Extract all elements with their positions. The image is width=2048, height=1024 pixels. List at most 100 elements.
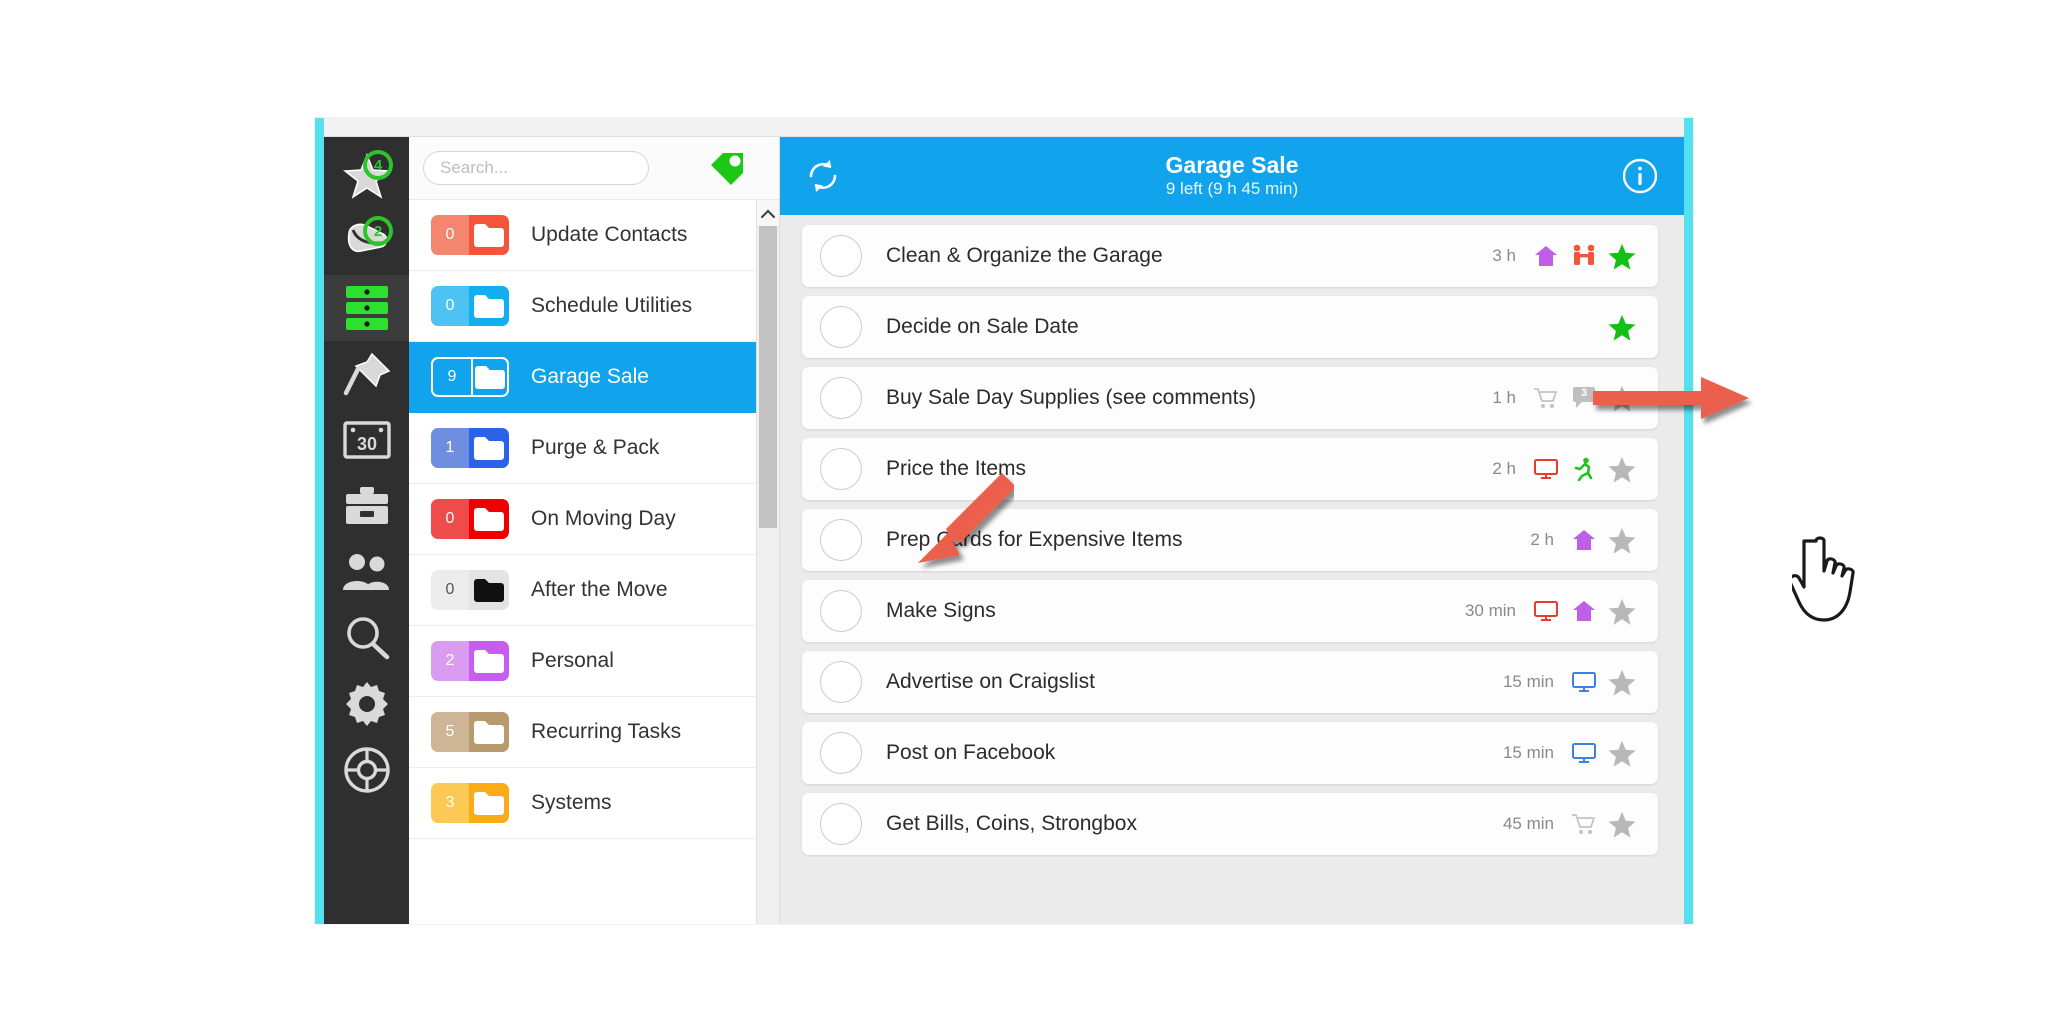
magnifier-icon	[343, 615, 391, 661]
task-row[interactable]: Clean & Organize the Garage 3 h	[802, 225, 1658, 287]
folder-row[interactable]: 0 Update Contacts	[409, 200, 779, 271]
runner-icon[interactable]	[1570, 457, 1598, 481]
rail-item-gear[interactable]	[324, 671, 409, 737]
folder-icon	[469, 286, 509, 326]
star-icon[interactable]	[1608, 455, 1636, 484]
star-icon[interactable]	[1608, 384, 1636, 413]
rail-item-stack-list[interactable]	[324, 275, 409, 341]
tag-icon[interactable]	[709, 151, 747, 185]
folder-chip: 5	[431, 712, 509, 752]
refresh-icon[interactable]	[804, 157, 842, 195]
rail-item-toolbox[interactable]	[324, 473, 409, 539]
folder-label: Update Contacts	[531, 223, 688, 246]
task-checkbox[interactable]	[820, 306, 862, 348]
comment-count: 3	[1580, 387, 1588, 399]
people-pair-icon[interactable]	[1570, 244, 1598, 268]
monitor-blue-icon[interactable]	[1570, 670, 1598, 694]
window-top-strip	[324, 118, 1684, 137]
folder-row[interactable]: 3 Systems	[409, 768, 779, 839]
page-title: Garage Sale	[1165, 151, 1299, 178]
folder-row[interactable]: 0 After the Move	[409, 555, 779, 626]
cart-icon[interactable]	[1570, 812, 1598, 836]
task-duration: 2 h	[1530, 530, 1554, 549]
task-title: Get Bills, Coins, Strongbox	[886, 812, 1137, 835]
house-icon[interactable]	[1570, 599, 1598, 623]
folder-row[interactable]: 1 Purge & Pack	[409, 413, 779, 484]
rail-item-people[interactable]	[324, 539, 409, 605]
folder-row[interactable]: 5 Recurring Tasks	[409, 697, 779, 768]
task-meta	[1608, 313, 1636, 342]
folder-count: 0	[431, 286, 469, 326]
svg-text:30: 30	[356, 434, 376, 454]
app-window: 4230 0Update Contacts0Schedule Utilities…	[315, 118, 1855, 924]
folder-chip: 0	[431, 499, 509, 539]
task-checkbox[interactable]	[820, 590, 862, 632]
folder-label: On Moving Day	[531, 507, 676, 530]
task-title: Price the Items	[886, 457, 1027, 480]
folder-scrollbar[interactable]	[756, 200, 779, 924]
people-icon	[341, 551, 393, 593]
star-icon[interactable]	[1608, 526, 1636, 555]
rail-item-star[interactable]: 4	[324, 143, 409, 209]
rail-item-pushpin[interactable]	[324, 341, 409, 407]
task-panel: Garage Sale 9 left (9 h 45 min) Clean & …	[780, 137, 1684, 924]
folder-chip: 2	[431, 641, 509, 681]
house-icon[interactable]	[1532, 244, 1560, 268]
task-title: Decide on Sale Date	[886, 315, 1079, 338]
task-checkbox[interactable]	[820, 448, 862, 490]
star-icon[interactable]	[1608, 242, 1636, 271]
task-title: Post on Facebook	[886, 741, 1056, 764]
task-row[interactable]: Prep Cards for Expensive Items 2 h	[802, 509, 1658, 571]
rail-item-calendar[interactable]: 30	[324, 407, 409, 473]
folder-count: 0	[431, 215, 469, 255]
star-icon[interactable]	[1608, 313, 1636, 342]
monitor-blue-icon[interactable]	[1570, 741, 1598, 765]
icon-rail: 4 2 30	[324, 137, 409, 924]
task-meta: 30 min	[1465, 597, 1636, 626]
pushpin-icon	[342, 351, 392, 397]
folder-chip: 0	[431, 215, 509, 255]
folder-count: 9	[433, 359, 473, 395]
folder-count: 0	[431, 570, 469, 610]
task-checkbox[interactable]	[820, 377, 862, 419]
comment-icon[interactable]: 3	[1570, 385, 1598, 411]
folder-label: Systems	[531, 791, 612, 814]
folder-label: Recurring Tasks	[531, 720, 682, 743]
rail-item-hand[interactable]: 2	[324, 209, 409, 275]
task-row[interactable]: Post on Facebook 15 min	[802, 722, 1658, 784]
cart-icon[interactable]	[1532, 386, 1560, 410]
task-row[interactable]: Buy Sale Day Supplies (see comments) 1 h 3	[802, 367, 1658, 429]
rail-item-magnifier[interactable]	[324, 605, 409, 671]
house-icon[interactable]	[1570, 528, 1598, 552]
star-icon[interactable]	[1608, 597, 1636, 626]
folder-chip: 9	[431, 357, 509, 397]
star-icon[interactable]	[1608, 739, 1636, 768]
task-row[interactable]: Price the Items 2 h	[802, 438, 1658, 500]
task-title: Prep Cards for Expensive Items	[886, 528, 1183, 551]
pointer-hand-cursor	[1788, 535, 1872, 636]
task-row[interactable]: Advertise on Craigslist 15 min	[802, 651, 1658, 713]
monitor-red-icon[interactable]	[1532, 457, 1560, 481]
task-checkbox[interactable]	[820, 803, 862, 845]
monitor-red-icon[interactable]	[1532, 599, 1560, 623]
scroll-up-chevron-icon[interactable]	[757, 200, 779, 226]
star-icon[interactable]	[1608, 668, 1636, 697]
task-checkbox[interactable]	[820, 519, 862, 561]
task-row[interactable]: Decide on Sale Date	[802, 296, 1658, 358]
task-checkbox[interactable]	[820, 732, 862, 774]
task-meta: 2 h	[1492, 455, 1636, 484]
star-icon[interactable]	[1608, 810, 1636, 839]
folder-row[interactable]: 2 Personal	[409, 626, 779, 697]
folder-row[interactable]: 9 Garage Sale	[409, 342, 779, 413]
scrollbar-thumb[interactable]	[759, 226, 777, 528]
rail-item-lifebuoy[interactable]	[324, 737, 409, 803]
task-row[interactable]: Get Bills, Coins, Strongbox 45 min	[802, 793, 1658, 855]
task-meta: 15 min	[1503, 739, 1636, 768]
folder-row[interactable]: 0 On Moving Day	[409, 484, 779, 555]
task-checkbox[interactable]	[820, 661, 862, 703]
task-checkbox[interactable]	[820, 235, 862, 277]
task-row[interactable]: Make Signs 30 min	[802, 580, 1658, 642]
search-input[interactable]	[423, 151, 649, 185]
info-icon[interactable]	[1620, 156, 1660, 196]
folder-row[interactable]: 0 Schedule Utilities	[409, 271, 779, 342]
